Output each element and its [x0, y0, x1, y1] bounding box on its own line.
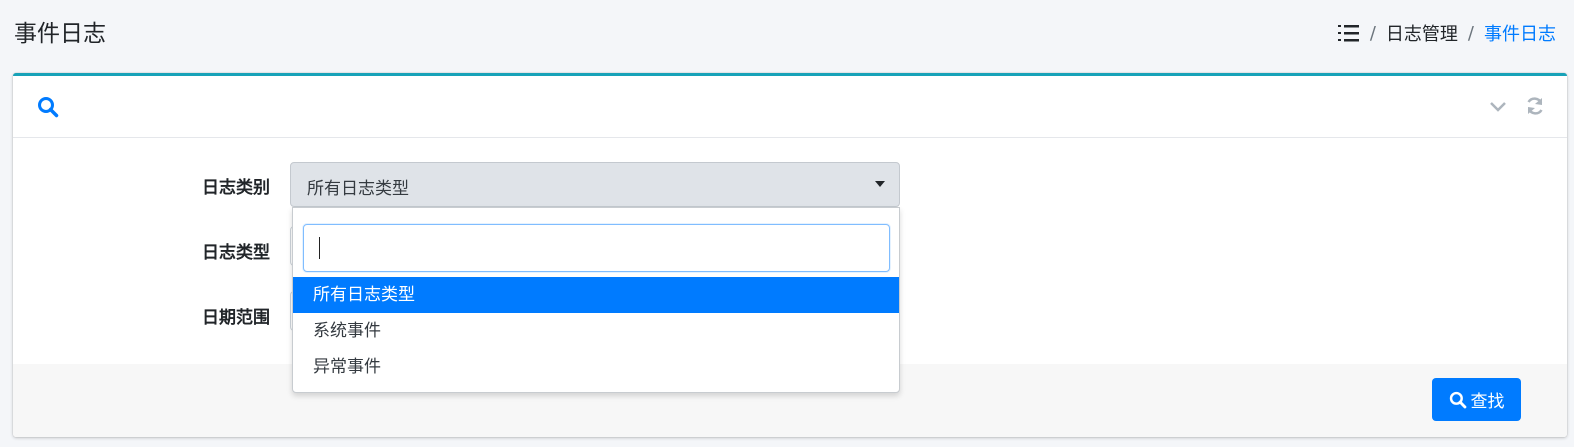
breadcrumb-separator: /: [1369, 22, 1376, 44]
log-category-label: 日志类别: [202, 178, 270, 198]
chevron-down-icon[interactable]: [1489, 99, 1507, 118]
list-icon: [1337, 23, 1360, 43]
page-title: 事件日志: [14, 21, 106, 47]
breadcrumb-event-log: 事件日志: [1484, 24, 1556, 45]
breadcrumb-log-management[interactable]: 日志管理: [1386, 20, 1458, 46]
dropdown-option[interactable]: 异常事件: [293, 349, 899, 385]
dropdown-search-input[interactable]: [303, 224, 890, 272]
caret-down-icon: [875, 181, 885, 187]
date-range-label: 日期范围: [202, 308, 270, 328]
text-cursor: [319, 237, 320, 259]
search-button-label: 查找: [1470, 392, 1505, 412]
search-button[interactable]: 查找: [1432, 378, 1521, 421]
breadcrumb-separator: /: [1467, 22, 1474, 44]
log-category-dropdown: 所有日志类型 系统事件 异常事件: [292, 207, 900, 393]
search-icon: [37, 96, 59, 122]
search-icon: [1449, 391, 1466, 408]
dropdown-option[interactable]: 所有日志类型: [293, 277, 899, 313]
dropdown-option[interactable]: 系统事件: [293, 313, 899, 349]
log-category-select[interactable]: 所有日志类型: [290, 162, 900, 207]
refresh-icon[interactable]: [1525, 96, 1545, 120]
dropdown-options: 所有日志类型 系统事件 异常事件: [293, 277, 899, 385]
card-header: [13, 76, 1567, 138]
log-category-selected: 所有日志类型: [307, 179, 409, 199]
breadcrumb: / 日志管理 / 事件日志: [1337, 20, 1556, 46]
log-type-label: 日志类型: [202, 243, 270, 263]
